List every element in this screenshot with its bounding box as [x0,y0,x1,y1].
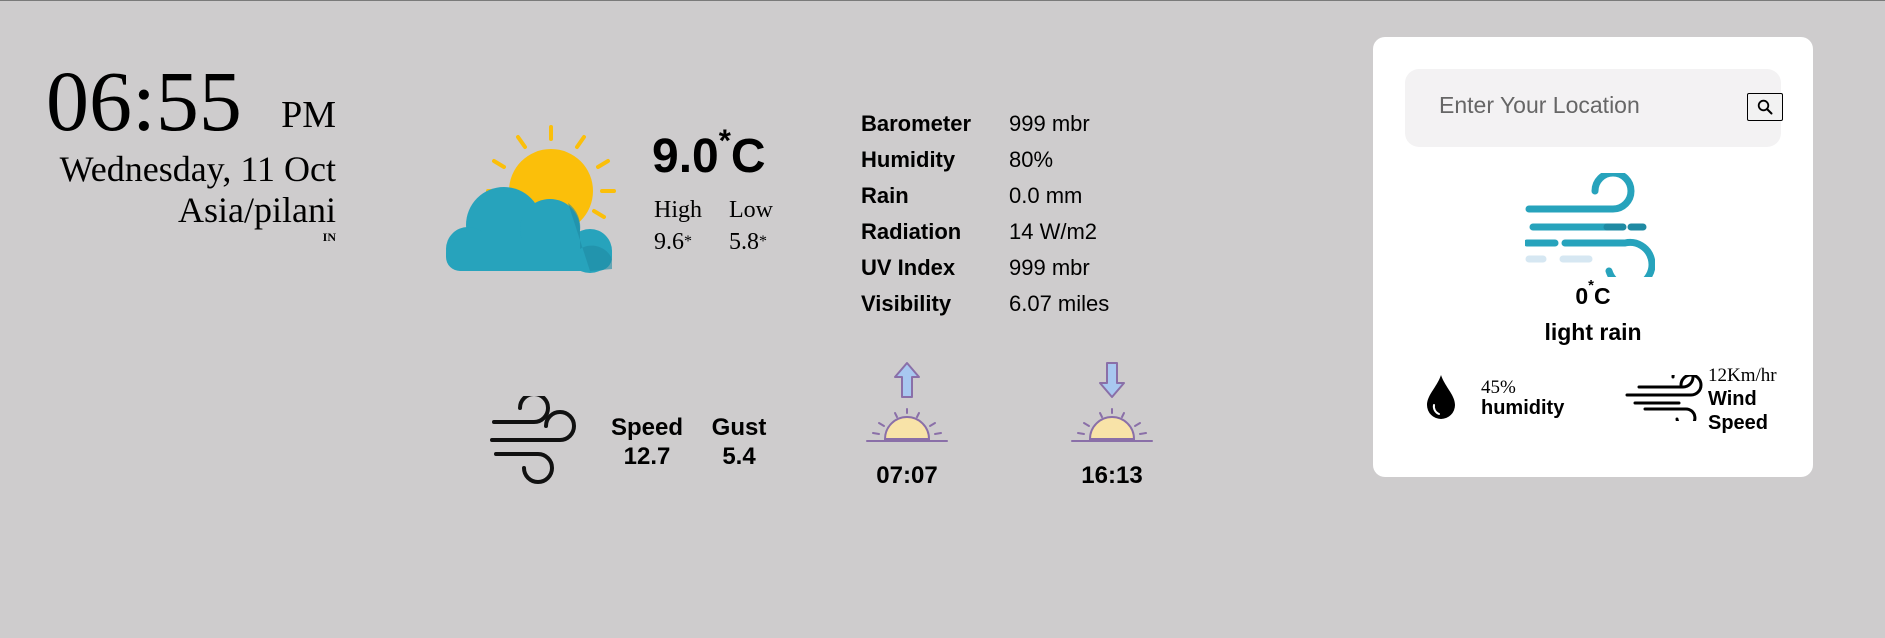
sunrise: 07:07 [861,361,953,490]
search-icon [1757,99,1773,115]
detail-row: Humidity 80% [861,142,1109,178]
location-card: 0*C light rain 45% humidity 12Km/hr Wind… [1373,37,1813,477]
detail-label: Humidity [861,147,956,172]
card-temp-degree: * [1588,277,1594,294]
current-temp-value: 9.0 [652,130,719,183]
humidity-label: humidity [1481,397,1565,419]
clock-timezone: Asia/pilani [178,190,336,230]
humidity-value: 45% [1481,377,1516,398]
detail-label: Radiation [861,219,962,244]
sunrise-icon [866,362,948,442]
detail-row: Radiation 14 W/m2 [861,214,1109,250]
wind-speed: Speed 12.7 [610,413,684,471]
high-value-number: 9.6 [654,229,684,255]
wind-speed-icon [1625,375,1703,421]
detail-value: 999 mbr [1009,255,1090,280]
wind-speed-value: 12.7 [623,443,671,470]
clock-panel: 06:55 PM Wednesday, 11 Oct Asia/pilani I… [46,53,336,243]
detail-label: Visibility [861,291,952,316]
wind-gust-label: Gust [711,414,767,441]
high-label: High [654,197,702,223]
sunset-icon [1071,362,1153,442]
detail-label: UV Index [861,255,956,280]
high-value: 9.6* [654,225,692,259]
sunrise-time: 07:07 [876,462,938,489]
wind-weather-icon [1525,173,1655,277]
detail-row: Rain 0.0 mm [861,178,1109,214]
detail-row: UV Index 999 mbr [861,250,1109,286]
humidity-drop-icon [1427,375,1455,419]
current-temp-degree: * [718,123,731,158]
high-degree: * [684,233,692,250]
card-temp-unit: C [1594,283,1611,309]
clock-ampm: PM [281,94,336,136]
detail-label: Rain [861,183,909,208]
search-bar [1405,69,1783,147]
clock-country: IN [322,230,336,244]
wind-speed-label: Wind Speed [1708,388,1769,434]
sunset-time: 16:13 [1081,462,1143,489]
wind-speed-value: 12Km/hr [1708,365,1777,386]
search-button[interactable] [1747,93,1783,121]
detail-row: Visibility 6.07 miles [861,286,1109,322]
current-temperature: 9.0*C [652,123,766,184]
weather-description: light rain [1544,319,1642,345]
weather-details: Barometer 999 mbr Humidity 80% Rain 0.0 mm … [861,106,1109,322]
detail-label: Barometer [861,111,972,136]
card-temperature: 0*C [1373,277,1813,310]
wind-speed-label: Speed [610,414,684,441]
wind-gust: Gust 5.4 [708,413,770,471]
detail-row: Barometer 999 mbr [861,106,1109,142]
detail-value: 0.0 mm [1009,183,1083,208]
detail-value: 6.07 miles [1009,291,1110,316]
current-temp-unit: C [730,130,766,183]
wind-icon [490,396,576,484]
card-temp-value: 0 [1575,283,1589,309]
detail-value: 999 mbr [1009,111,1090,136]
sunset: 16:13 [1066,361,1158,490]
low-value-number: 5.8 [729,229,759,255]
low-label: Low [729,197,773,223]
detail-value: 14 W/m2 [1009,219,1098,244]
wind-gust-value: 5.4 [722,443,756,470]
location-search-input[interactable] [1437,91,1701,120]
low-value: 5.8* [729,225,767,259]
clock-date: Wednesday, 11 Oct [59,149,336,189]
partly-cloudy-icon [446,125,616,273]
detail-value: 80% [1009,147,1054,172]
low-degree: * [759,233,767,250]
